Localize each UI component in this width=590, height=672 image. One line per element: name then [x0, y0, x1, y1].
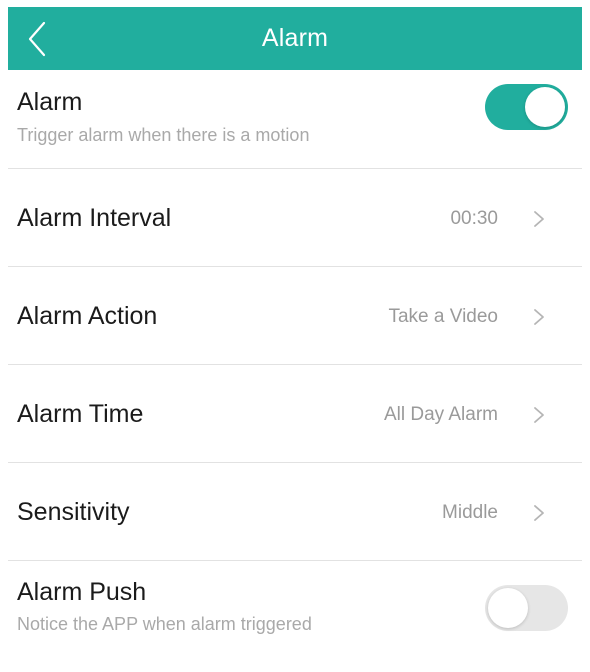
alarm-toggle[interactable] — [485, 84, 568, 130]
alarm-push-label: Alarm Push — [17, 578, 147, 606]
alarm-time-value: All Day Alarm — [383, 404, 498, 425]
alarm-push-subtitle: Notice the APP when alarm triggered — [17, 614, 312, 634]
alarm-interval-row[interactable]: Alarm Interval 00:30 — [0, 169, 590, 266]
alarm-time-label: Alarm Time — [17, 400, 144, 428]
back-chevron-icon[interactable] — [24, 21, 50, 57]
page-title: Alarm — [261, 24, 329, 52]
alarm-subtitle: Trigger alarm when there is a motion — [17, 125, 310, 145]
sensitivity-row[interactable]: Sensitivity Middle — [0, 463, 590, 560]
alarm-action-label: Alarm Action — [17, 302, 158, 330]
alarm-interval-label: Alarm Interval — [17, 204, 172, 232]
alarm-push-toggle[interactable] — [485, 585, 568, 631]
alarm-push-row: Alarm Push Notice the APP when alarm tri… — [0, 561, 590, 672]
sensitivity-label: Sensitivity — [17, 498, 130, 526]
chevron-right-icon — [534, 211, 544, 227]
alarm-action-row[interactable]: Alarm Action Take a Video — [0, 267, 590, 364]
chevron-right-icon — [534, 407, 544, 423]
sensitivity-value: Middle — [442, 502, 498, 523]
chevron-right-icon — [534, 505, 544, 521]
alarm-interval-value: 00:30 — [450, 208, 498, 229]
alarm-row: Alarm Trigger alarm when there is a moti… — [0, 70, 590, 168]
alarm-time-row[interactable]: Alarm Time All Day Alarm — [0, 365, 590, 462]
toggle-knob — [488, 588, 528, 628]
chevron-right-icon — [534, 309, 544, 325]
alarm-label: Alarm — [17, 88, 83, 116]
nav-bar: Alarm — [8, 7, 582, 70]
alarm-action-value: Take a Video — [388, 306, 498, 327]
toggle-knob — [525, 87, 565, 127]
